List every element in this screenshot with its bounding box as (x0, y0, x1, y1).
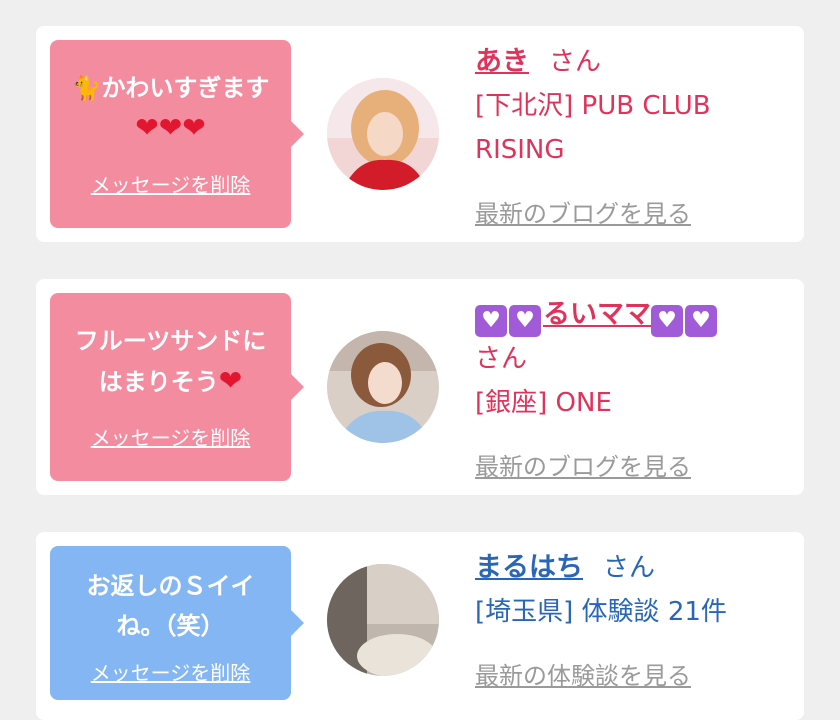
message-card: 🐈かわいすぎます ❤❤❤ メッセージを削除 あき さん [下北沢] PUB CLU… (36, 26, 804, 242)
sender-name-link[interactable]: ♥ ♥ るいママ ♥ ♥ (475, 299, 719, 337)
avatar[interactable] (327, 331, 439, 443)
message-bubble: お返しのＳイイ ね。（笑） メッセージを削除 (50, 546, 304, 700)
message-text: お返しのＳイイ ね。（笑） (86, 572, 255, 640)
latest-blog-link[interactable]: 最新のブログを見る (475, 447, 691, 482)
message-text: フルーツサンドに はまりそう❤ (74, 327, 267, 397)
latest-review-link[interactable]: 最新の体験談を見る (475, 656, 691, 691)
purple-heart-icon: ♥ (651, 305, 683, 337)
delete-message-link[interactable]: メッセージを削除 (50, 657, 291, 686)
cat-emoji-icon: 🐈 (71, 74, 102, 102)
purple-heart-icon: ♥ (685, 305, 717, 337)
delete-message-link[interactable]: メッセージを削除 (50, 422, 291, 451)
heart-icon: ❤❤❤ (135, 111, 206, 144)
shop-label: [埼玉県] 体験談 21件 (475, 597, 727, 627)
message-bubble: フルーツサンドに はまりそう❤ メッセージを削除 (50, 293, 304, 481)
message-text: 🐈かわいすぎます ❤❤❤ (71, 74, 270, 144)
message-card: お返しのＳイイ ね。（笑） メッセージを削除 まるはち さん [埼玉県] 体験談 … (36, 532, 804, 720)
purple-heart-icon: ♥ (475, 305, 507, 337)
sender-info: まるはち さん [埼玉県] 体験談 21件 (475, 546, 794, 634)
sender-name-link[interactable]: まるはち (475, 552, 583, 583)
honorific: さん (549, 47, 602, 77)
honorific: さん (603, 553, 656, 583)
avatar[interactable] (327, 78, 439, 190)
shop-label: [銀座] ONE (475, 388, 612, 418)
shop-label: [下北沢] PUB CLUB RISING (475, 91, 711, 165)
avatar[interactable] (327, 564, 439, 676)
latest-blog-link[interactable]: 最新のブログを見る (475, 194, 691, 229)
purple-heart-icon: ♥ (509, 305, 541, 337)
message-card: フルーツサンドに はまりそう❤ メッセージを削除 ♥ ♥ るいママ ♥ ♥ さん [銀座… (36, 279, 804, 495)
honorific: さん (475, 344, 528, 374)
message-bubble: 🐈かわいすぎます ❤❤❤ メッセージを削除 (50, 40, 304, 228)
heart-icon: ❤ (218, 364, 243, 397)
sender-info: あき さん [下北沢] PUB CLUB RISING (475, 40, 794, 172)
delete-message-link[interactable]: メッセージを削除 (50, 169, 291, 198)
sender-name-link[interactable]: あき (475, 46, 529, 77)
sender-info: ♥ ♥ るいママ ♥ ♥ さん [銀座] ONE (475, 293, 794, 425)
